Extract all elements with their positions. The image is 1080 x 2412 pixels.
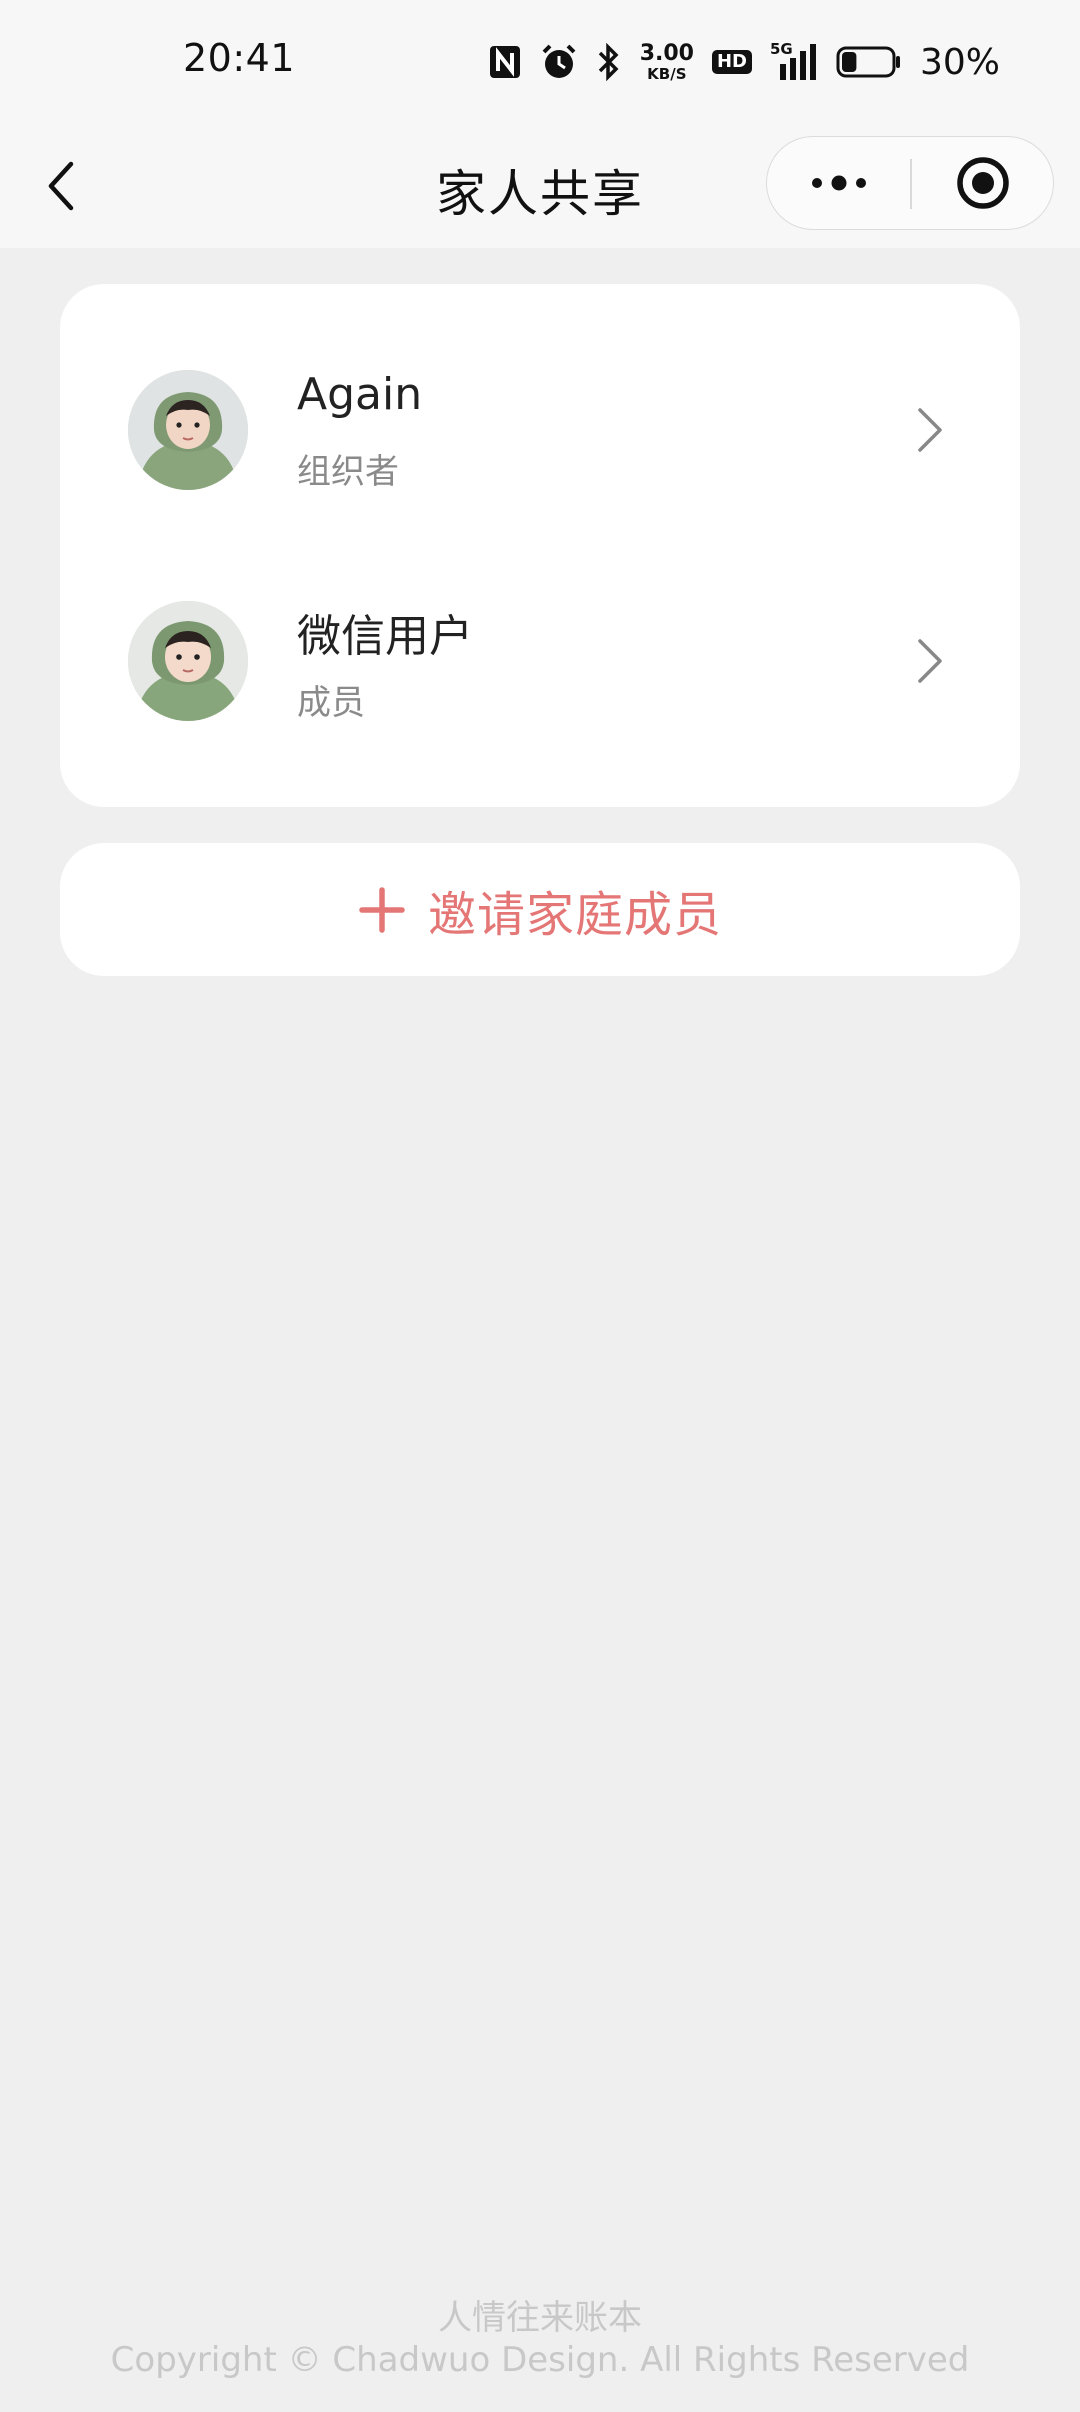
network-speed: 3.00 KB/S xyxy=(639,40,694,83)
network-speed-value: 3.00 xyxy=(639,40,694,66)
avatar xyxy=(128,601,248,721)
chevron-right-icon xyxy=(918,408,942,452)
more-button[interactable] xyxy=(767,137,910,229)
invite-label: 邀请家庭成员 xyxy=(427,886,722,943)
network-speed-unit: KB/S xyxy=(647,64,687,83)
member-name: 微信用户 xyxy=(297,611,473,662)
footer-app-name: 人情往来账本 xyxy=(438,2298,642,2338)
bluetooth-icon xyxy=(596,42,622,82)
battery-icon xyxy=(836,45,902,79)
nav-bar: 家人共享 xyxy=(0,124,1080,248)
footer-copyright: Copyright © Chadwuo Design. All Rights R… xyxy=(110,2340,970,2380)
more-dots-icon xyxy=(811,175,866,191)
nfc-icon xyxy=(488,43,522,81)
members-card: Again 组织者 微信用户 成员 xyxy=(60,284,1020,807)
family-share-page: 20:41 3.00 KB/S HD 5G 30% 家人共享 Again 组织者… xyxy=(0,0,1080,2412)
alarm-icon xyxy=(540,43,578,81)
miniprogram-capsule xyxy=(766,136,1054,230)
status-icons: 3.00 KB/S HD 5G 30% xyxy=(488,34,1000,90)
status-bar: 20:41 3.00 KB/S HD 5G 30% xyxy=(0,0,1080,124)
close-miniprogram-button[interactable] xyxy=(912,137,1053,229)
invite-family-member-button[interactable]: 邀请家庭成员 xyxy=(60,843,1020,976)
target-circle-icon xyxy=(956,157,1009,209)
member-row[interactable]: 微信用户 成员 xyxy=(60,515,1020,745)
battery-percent: 30% xyxy=(919,41,1000,83)
avatar xyxy=(128,370,248,490)
member-row[interactable]: Again 组织者 xyxy=(60,284,1020,514)
plus-icon xyxy=(359,886,405,933)
signal-icon: 5G xyxy=(770,40,818,82)
member-role: 成员 xyxy=(297,683,365,723)
chevron-right-icon xyxy=(918,639,942,683)
hd-badge: HD xyxy=(711,50,752,74)
member-role: 组织者 xyxy=(297,452,399,492)
member-name: Again xyxy=(297,369,423,420)
status-time: 20:41 xyxy=(183,36,296,80)
